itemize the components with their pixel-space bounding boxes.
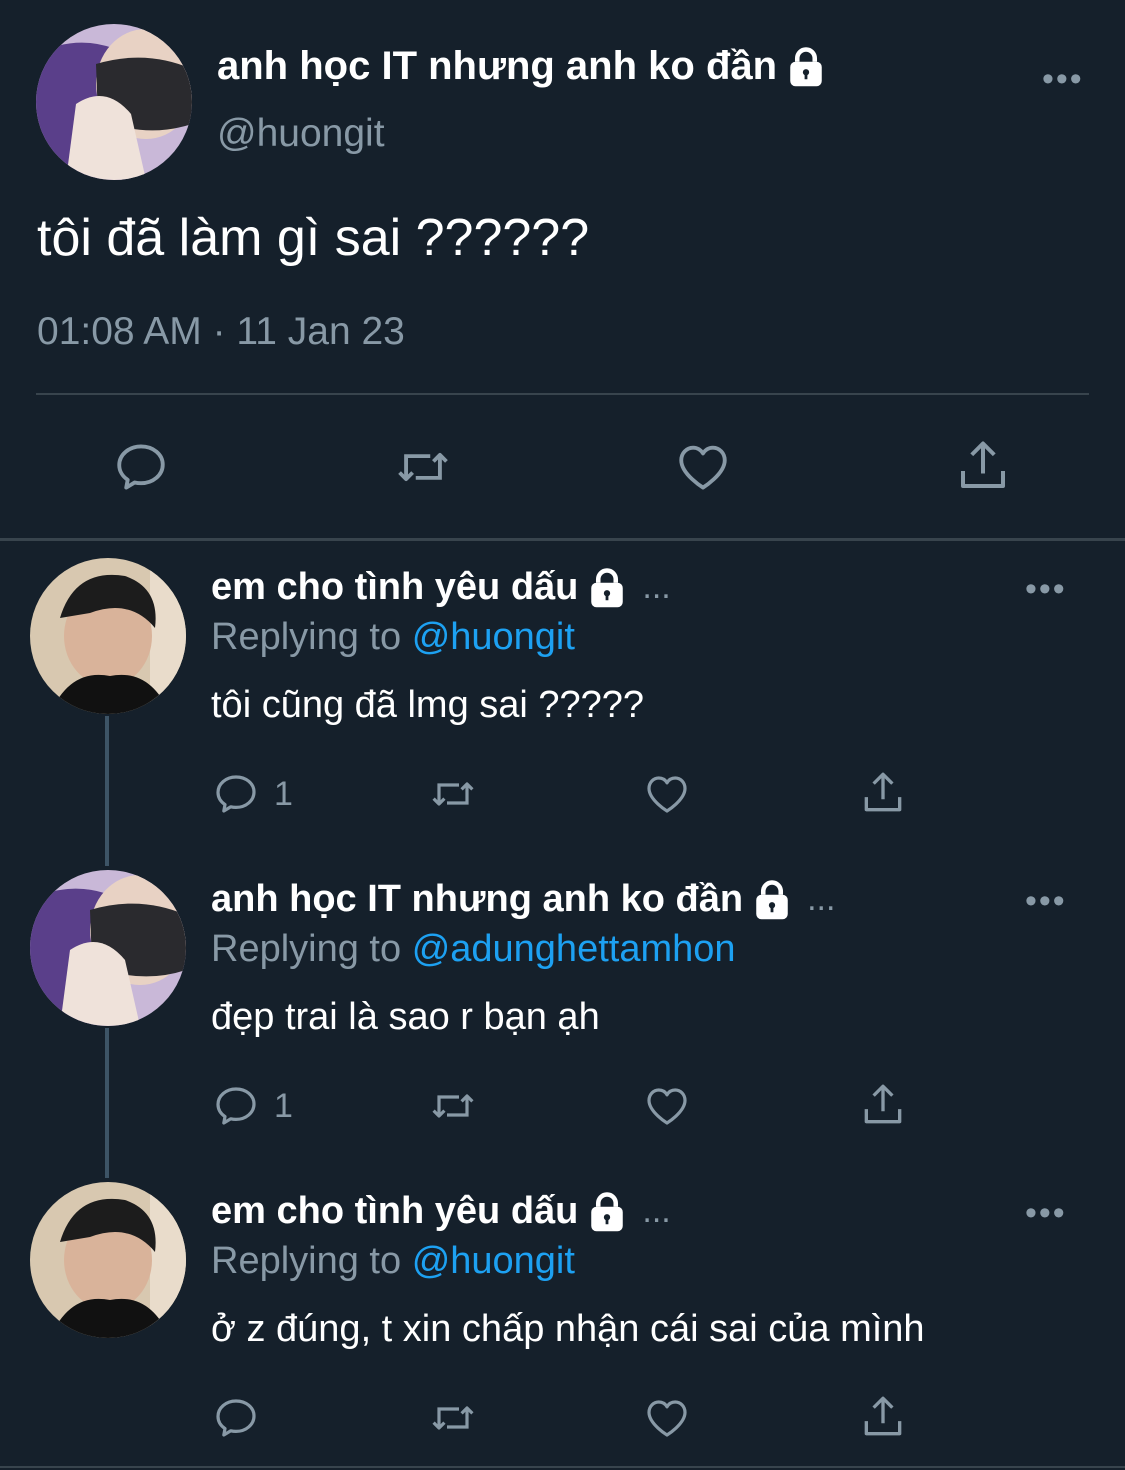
- retweet-icon: [425, 1082, 481, 1130]
- more-options-button[interactable]: •••: [1025, 1194, 1067, 1233]
- display-name-text[interactable]: anh học IT nhưng anh ko đần: [211, 878, 743, 921]
- display-name[interactable]: em cho tình yêu dấu ...: [211, 566, 671, 609]
- divider: [36, 393, 1089, 395]
- retweet-icon: [388, 438, 458, 496]
- mention-link[interactable]: @huongit: [412, 1240, 575, 1282]
- replying-label: Replying to: [211, 616, 402, 658]
- more-options-button[interactable]: •••: [1025, 882, 1067, 921]
- avatar[interactable]: [30, 1182, 186, 1338]
- mention-link[interactable]: @adunghettamhon: [412, 928, 736, 970]
- reply-button[interactable]: 1: [212, 770, 293, 818]
- reply-icon: [112, 438, 170, 496]
- retweet-button[interactable]: [425, 770, 481, 818]
- more-options-button[interactable]: •••: [1042, 60, 1084, 99]
- like-button[interactable]: [642, 770, 692, 818]
- reply-button[interactable]: [112, 438, 170, 496]
- handle[interactable]: @huongit: [217, 112, 385, 156]
- display-name-text[interactable]: em cho tình yêu dấu: [211, 1190, 578, 1233]
- replying-label: Replying to: [211, 1240, 402, 1282]
- main-tweet: anh học IT nhưng anh ko đần @huongit •••…: [0, 0, 1125, 540]
- truncation-ellipsis: ...: [642, 1192, 671, 1230]
- retweet-button[interactable]: [388, 438, 458, 496]
- replying-to: Replying to @adunghettamhon: [211, 928, 736, 971]
- tweet-text: tôi đã làm gì sai ??????: [37, 209, 590, 267]
- share-button[interactable]: [858, 768, 908, 818]
- replying-to: Replying to @huongit: [211, 616, 575, 659]
- section-divider: [0, 538, 1125, 541]
- reply-icon: [212, 770, 260, 818]
- avatar[interactable]: [30, 558, 186, 714]
- retweet-icon: [425, 1394, 481, 1442]
- display-name-text[interactable]: em cho tình yêu dấu: [211, 566, 578, 609]
- timestamp[interactable]: 01:08 AM · 11 Jan 23: [37, 310, 405, 354]
- lock-icon: [586, 567, 628, 609]
- more-options-button[interactable]: •••: [1025, 570, 1067, 609]
- heart-icon: [673, 438, 733, 496]
- share-button[interactable]: [858, 1392, 908, 1442]
- share-icon: [858, 1392, 908, 1442]
- tweet-text: tôi cũng đã lmg sai ?????: [211, 684, 645, 726]
- like-button[interactable]: [642, 1082, 692, 1130]
- share-icon: [858, 1080, 908, 1130]
- divider: [0, 1466, 1125, 1468]
- lock-icon: [751, 879, 793, 921]
- display-name-text[interactable]: anh học IT nhưng anh ko đần: [217, 44, 777, 89]
- reply-count: 1: [274, 774, 293, 813]
- tweet-text: đẹp trai là sao r bạn ạh: [211, 996, 600, 1038]
- reply-button[interactable]: 1: [212, 1082, 293, 1130]
- avatar[interactable]: [30, 870, 186, 1026]
- reply-icon: [212, 1082, 260, 1130]
- share-button[interactable]: [953, 436, 1013, 496]
- heart-icon: [642, 770, 692, 818]
- heart-icon: [642, 1394, 692, 1442]
- reply-button[interactable]: [212, 1394, 260, 1442]
- reply-icon: [212, 1394, 260, 1442]
- thread-line: [105, 1028, 109, 1178]
- tweet-text: ở z đúng, t xin chấp nhận cái sai của mì…: [211, 1308, 925, 1350]
- truncation-ellipsis: ...: [642, 568, 671, 606]
- like-button[interactable]: [642, 1394, 692, 1442]
- retweet-icon: [425, 770, 481, 818]
- heart-icon: [642, 1082, 692, 1130]
- display-name[interactable]: anh học IT nhưng anh ko đần: [217, 44, 827, 89]
- reply-count: 1: [274, 1086, 293, 1125]
- retweet-button[interactable]: [425, 1394, 481, 1442]
- like-button[interactable]: [673, 438, 733, 496]
- share-icon: [858, 768, 908, 818]
- mention-link[interactable]: @huongit: [412, 616, 575, 658]
- retweet-button[interactable]: [425, 1082, 481, 1130]
- lock-icon: [785, 46, 827, 88]
- lock-icon: [586, 1191, 628, 1233]
- thread-line: [105, 716, 109, 866]
- avatar[interactable]: [36, 24, 192, 180]
- replying-label: Replying to: [211, 928, 402, 970]
- display-name[interactable]: anh học IT nhưng anh ko đần ...: [211, 878, 835, 921]
- truncation-ellipsis: ...: [807, 880, 836, 918]
- share-icon: [953, 436, 1013, 496]
- replying-to: Replying to @huongit: [211, 1240, 575, 1283]
- display-name[interactable]: em cho tình yêu dấu ...: [211, 1190, 671, 1233]
- share-button[interactable]: [858, 1080, 908, 1130]
